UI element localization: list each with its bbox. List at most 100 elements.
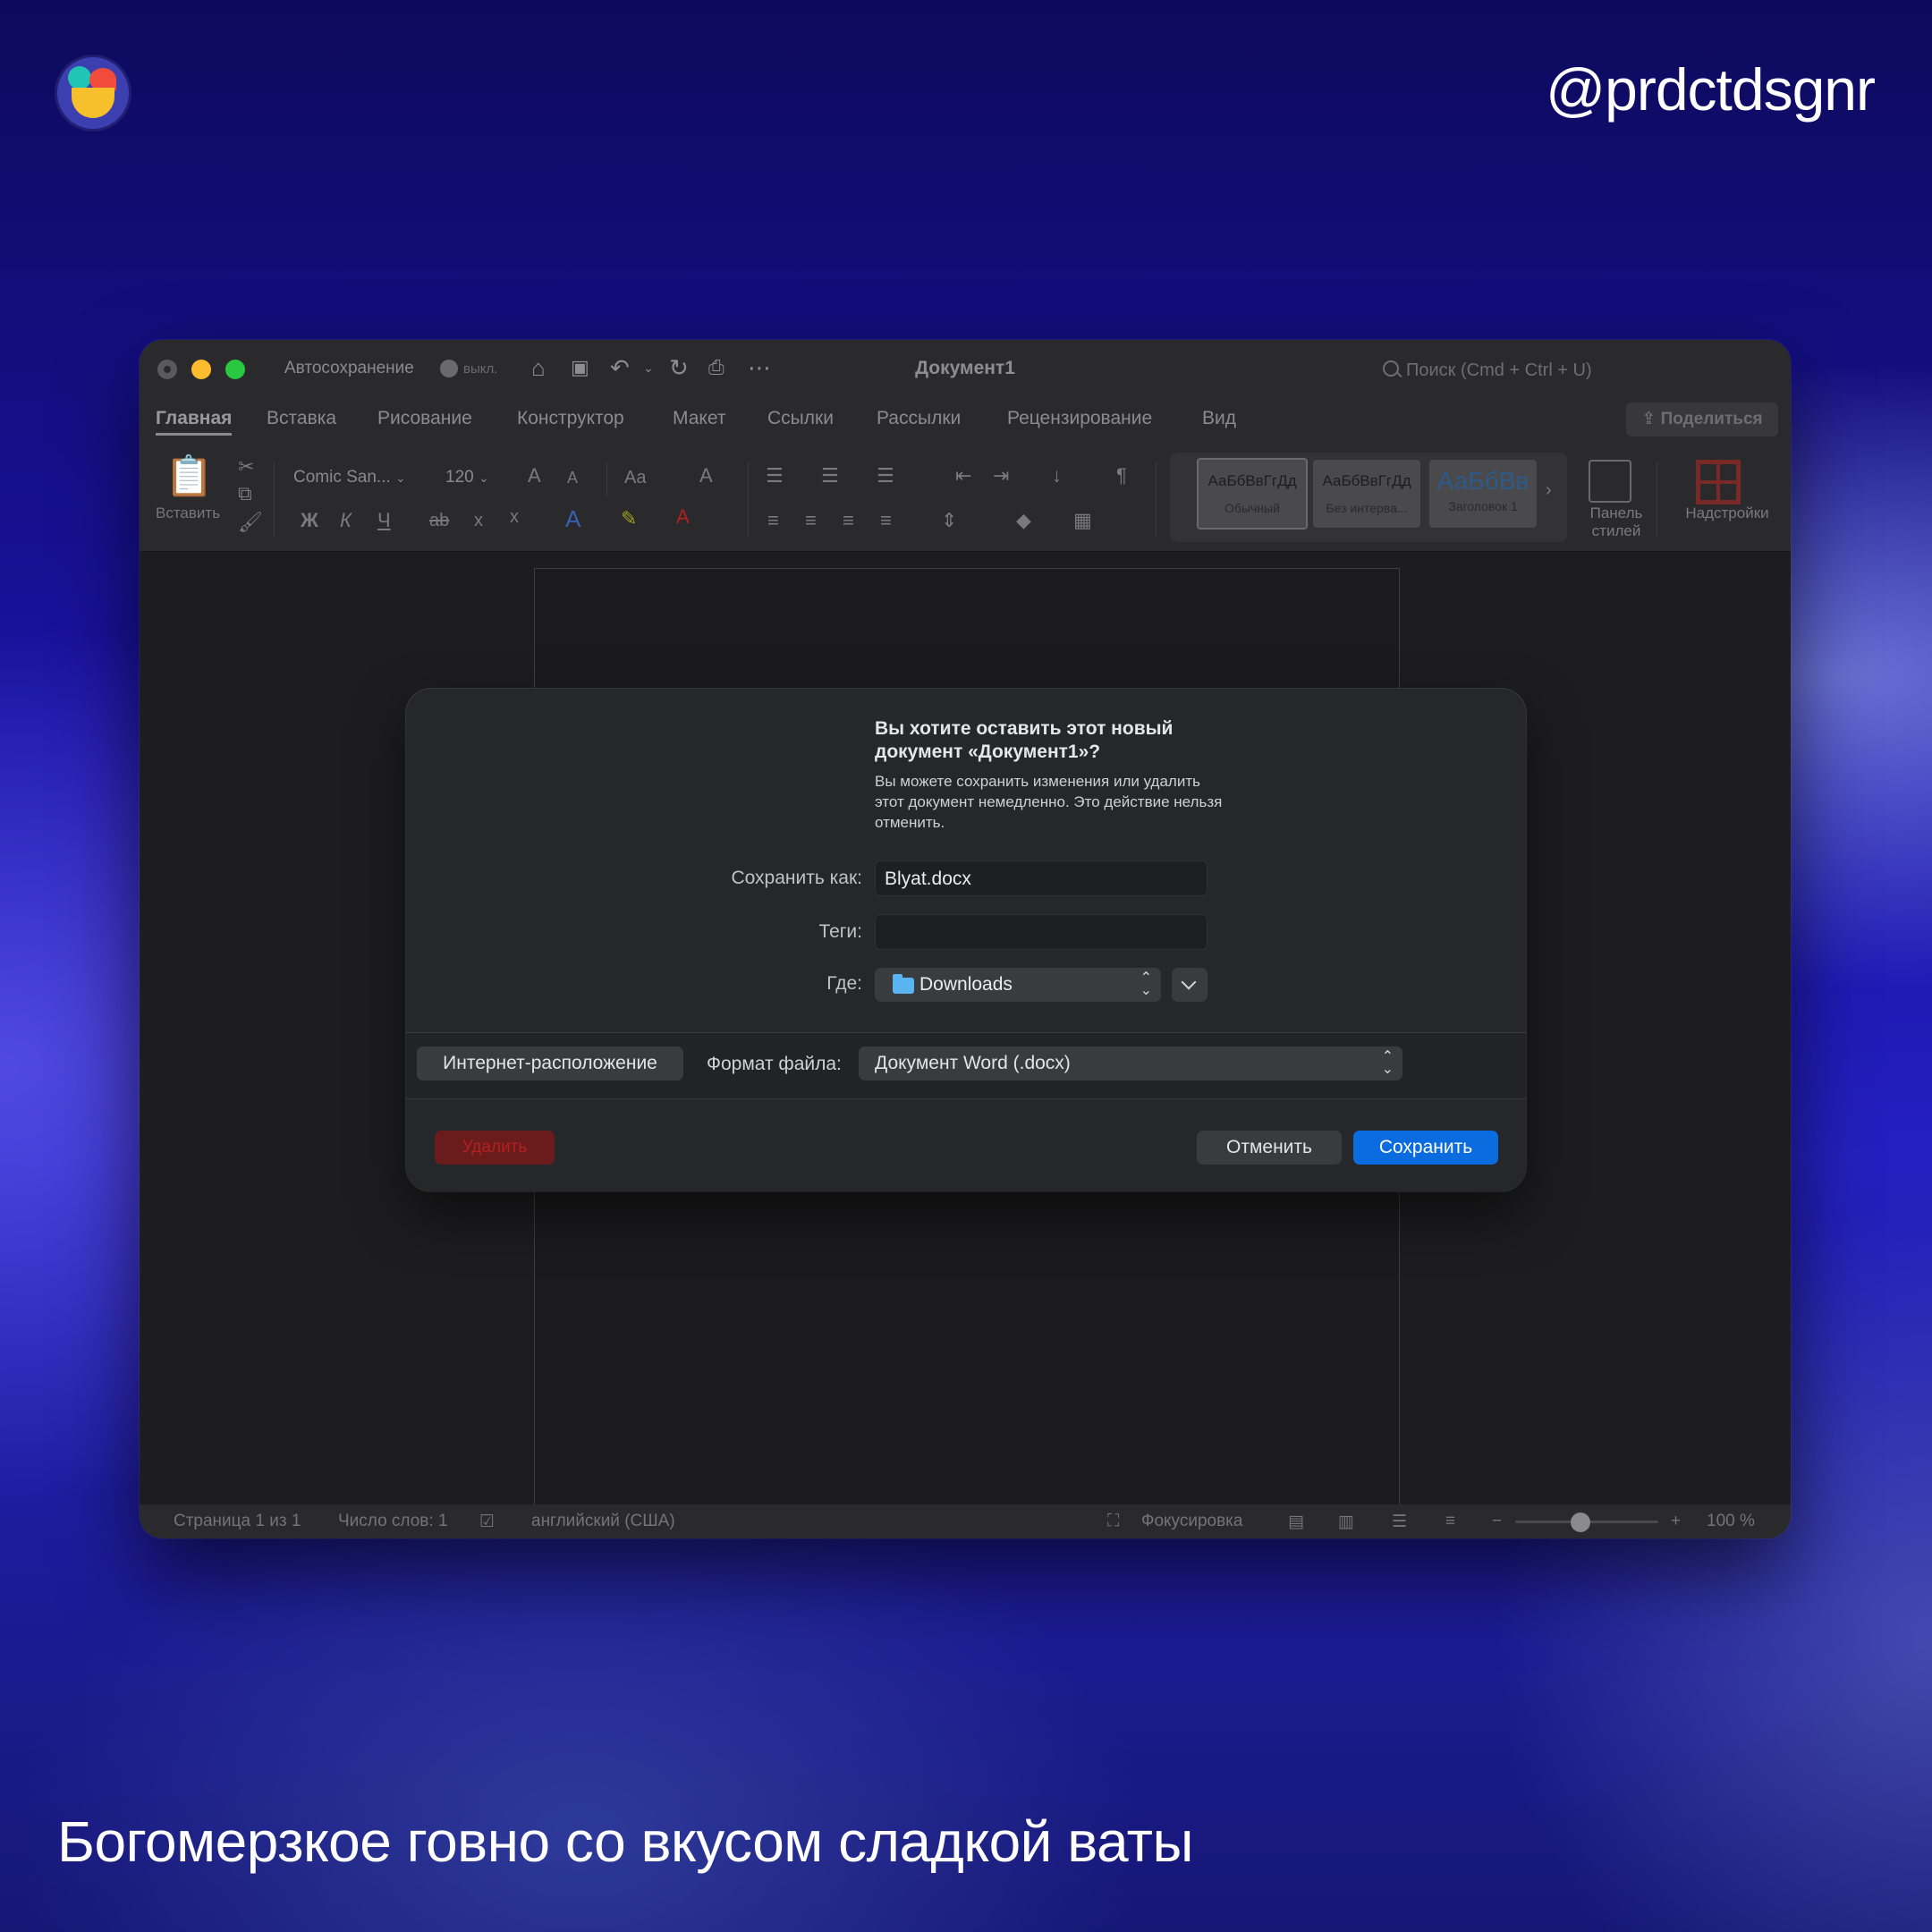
superscript-button[interactable]: x [510, 506, 519, 528]
focus-icon[interactable]: ⛶ [1107, 1512, 1119, 1531]
tab-view[interactable]: Вид [1202, 408, 1236, 429]
font-size-select[interactable]: 120 ⌄ [445, 463, 517, 492]
tab-layout[interactable]: Макет [673, 408, 725, 429]
shrink-font-icon[interactable]: A [567, 467, 578, 488]
outline-icon[interactable]: ☰ [1392, 1512, 1407, 1532]
style-normal[interactable]: АаБбВвГгДд Обычный [1197, 458, 1308, 530]
style-preview: АаБбВв [1436, 467, 1530, 495]
styles-gallery: АаБбВвГгДд Обычный АаБбВвГгДд Без интерв… [1170, 453, 1567, 542]
chevron-right-icon[interactable]: › [1546, 479, 1552, 501]
proofing-icon[interactable]: ☑ [479, 1512, 495, 1532]
save-as-input[interactable]: Blyat.docx [875, 860, 1208, 896]
zoom-out-button[interactable]: − [1492, 1512, 1502, 1531]
font-name-select[interactable]: Comic San... ⌄ [293, 463, 432, 492]
align-right-icon[interactable]: ≡ [843, 510, 854, 531]
font-color-icon[interactable]: A [676, 506, 690, 528]
tags-input[interactable] [875, 914, 1208, 950]
search-icon [1383, 360, 1399, 377]
cancel-button[interactable]: Отменить [1197, 1131, 1342, 1165]
style-heading-1[interactable]: АаБбВв Заголовок 1 [1429, 460, 1537, 528]
where-label: Где: [826, 973, 862, 994]
status-bar: Страница 1 из 1 Число слов: 1 ☑ английск… [140, 1504, 1791, 1538]
numbering-icon[interactable]: ☰ [821, 465, 839, 487]
shading-icon[interactable]: ◆ [1016, 510, 1031, 531]
highlight-icon[interactable]: ✎ [621, 508, 637, 530]
decrease-indent-icon[interactable]: ⇤ [955, 465, 971, 487]
bullets-icon[interactable]: ☰ [766, 465, 784, 487]
change-case-button[interactable]: Aa [624, 467, 646, 488]
add-ins-label[interactable]: Надстройки [1660, 504, 1791, 522]
share-icon: ⇪ [1641, 410, 1661, 428]
delete-button[interactable]: Удалить [435, 1131, 555, 1165]
author-handle: @prdctdsgnr [1546, 56, 1876, 123]
tags-label: Теги: [818, 921, 862, 942]
zoom-level[interactable]: 100 % [1707, 1512, 1755, 1531]
grow-font-icon[interactable]: A [528, 465, 541, 487]
file-format-label: Формат файла: [707, 1054, 842, 1074]
ribbon-tabs: Главная Вставка Рисование Конструктор Ма… [140, 395, 1791, 447]
expand-dialog-button[interactable] [1172, 968, 1208, 1002]
align-left-icon[interactable]: ≡ [767, 510, 779, 531]
bold-button[interactable]: Ж [301, 510, 318, 531]
file-format-select[interactable]: Документ Word (.docx) ⌃ ⌄ [859, 1046, 1402, 1080]
styles-pane-icon[interactable] [1589, 460, 1631, 503]
tab-design[interactable]: Конструктор [517, 408, 624, 429]
borders-icon[interactable]: ▦ [1073, 510, 1092, 531]
clear-format-icon[interactable]: A [699, 465, 713, 487]
increase-indent-icon[interactable]: ⇥ [993, 465, 1009, 487]
font-size-value: 120 [445, 468, 474, 487]
style-name: Без интерва... [1326, 501, 1408, 515]
folder-icon [893, 974, 914, 994]
ribbon-toolbar: 📋 Вставить ✂ ⧉ 🖌 Comic San... ⌄ 120 ⌄ A … [140, 447, 1791, 552]
justify-icon[interactable]: ≡ [880, 510, 892, 531]
paste-label: Вставить [156, 504, 221, 521]
dialog-title: Вы хотите оставить этот новый документ «… [875, 718, 1174, 762]
title-bar: Автосохранение выкл. ⌂ ▣ ↶ ⌄ ↻ ⎙ ⋯ Докум… [140, 340, 1791, 395]
updown-chevron-icon: ⌃ ⌄ [1381, 1049, 1394, 1077]
sort-icon[interactable]: ↓ [1052, 465, 1062, 487]
tab-review[interactable]: Рецензирование [1007, 408, 1152, 429]
multilevel-list-icon[interactable]: ☰ [877, 465, 894, 487]
draft-icon[interactable]: ≡ [1445, 1512, 1455, 1531]
strikethrough-button[interactable]: ab [429, 510, 449, 531]
tab-references[interactable]: Ссылки [767, 408, 834, 429]
format-painter-icon[interactable]: 🖌 [238, 512, 263, 533]
tab-draw[interactable]: Рисование [377, 408, 472, 429]
brand-logo [57, 57, 129, 129]
web-layout-icon[interactable]: ▥ [1338, 1512, 1354, 1532]
tab-mailings[interactable]: Рассылки [877, 408, 961, 429]
font-name-value: Comic San... [293, 468, 391, 487]
search-field[interactable]: Поиск (Cmd + Ctrl + U) [1383, 360, 1592, 381]
paste-icon[interactable]: 📋 [165, 454, 214, 499]
print-layout-icon[interactable]: ▤ [1288, 1512, 1304, 1532]
tab-insert[interactable]: Вставка [267, 408, 336, 429]
subscript-button[interactable]: x [474, 510, 483, 531]
focus-label[interactable]: Фокусировка [1141, 1512, 1242, 1531]
style-preview: АаБбВвГгДд [1322, 472, 1411, 489]
style-name: Заголовок 1 [1448, 499, 1518, 513]
online-locations-button[interactable]: Интернет-расположение [417, 1046, 683, 1080]
page-count[interactable]: Страница 1 из 1 [174, 1512, 301, 1531]
updown-chevron-icon: ⌃ ⌄ [1140, 970, 1152, 998]
file-format-value: Документ Word (.docx) [875, 1053, 1071, 1073]
add-ins-icon[interactable] [1696, 460, 1741, 504]
styles-pane-label[interactable]: Панель стилей [1576, 504, 1657, 540]
style-no-spacing[interactable]: АаБбВвГгДд Без интерва... [1313, 460, 1420, 528]
language-label[interactable]: английский (США) [531, 1512, 675, 1531]
underline-button[interactable]: Ч [377, 510, 391, 531]
line-spacing-icon[interactable]: ⇕ [941, 510, 957, 531]
show-marks-icon[interactable]: ¶ [1116, 465, 1127, 487]
align-center-icon[interactable]: ≡ [805, 510, 817, 531]
tab-home[interactable]: Главная [156, 408, 233, 436]
text-effects-icon[interactable]: A [565, 507, 580, 530]
save-button[interactable]: Сохранить [1353, 1131, 1498, 1165]
zoom-slider-thumb[interactable] [1571, 1513, 1590, 1532]
where-select[interactable]: Downloads ⌃ ⌄ [875, 968, 1161, 1002]
word-count[interactable]: Число слов: 1 [338, 1512, 448, 1531]
zoom-in-button[interactable]: + [1671, 1512, 1681, 1531]
copy-icon[interactable]: ⧉ [238, 483, 252, 504]
cut-icon[interactable]: ✂ [238, 456, 254, 478]
share-button[interactable]: ⇪ Поделиться [1626, 402, 1778, 436]
italic-button[interactable]: К [340, 510, 352, 531]
post-caption: Богомерзкое говно со вкусом сладкой ваты [57, 1809, 1193, 1874]
